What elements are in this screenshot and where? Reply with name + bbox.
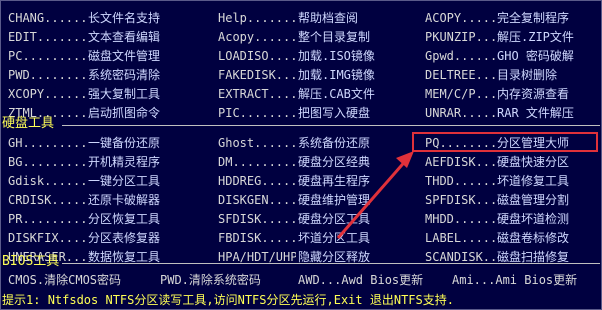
bios-tool-item[interactable]: CMOS.清除CMOS密码 [8,272,121,288]
disk-tools-row: CRDISK......还原卡破解器 DISKGEN.....硬盘维护管理 SPFD… [0,192,602,208]
disk-tools-row: PR..........分区恢复工具 SFDISK......硬盘分区工具 MHDD… [0,211,602,227]
menu-command[interactable]: EXTRACT..... [218,86,296,102]
menu-command[interactable]: GH.......... [8,135,86,151]
menu-description: 解压.CAB文件 [298,87,375,101]
menu-description: 硬盘快速分区 [497,155,570,169]
menu-command[interactable]: DM.......... [218,154,296,170]
menu-command[interactable]: PKUNZIP..... [425,29,495,45]
disk-tools-row: BG..........开机精灵程序 DM..........硬盘分区经典 AEFD… [0,154,602,170]
menu-command[interactable]: PIC......... [218,105,296,121]
menu-description: 解压.ZIP文件 [497,30,574,44]
menu-command[interactable]: THDD........ [425,173,495,189]
menu-description: 启动抓图命令 [88,106,161,120]
menu-description: 整个目录复制 [298,30,371,44]
bios-tool-item[interactable]: PWD.清除系统密码 [160,272,261,288]
menu-command[interactable]: PWD......... [8,67,86,83]
bios-section-divider [62,263,600,264]
menu-description: 系统备份还原 [298,136,371,150]
general-tools-row: CHANG.......长文件名支持 Help........帮助档查阅 ACOPY… [0,10,602,26]
menu-description: 内存资源查看 [497,87,570,101]
menu-description: 分区表修复器 [88,231,161,245]
menu-command[interactable]: EDIT........ [8,29,86,45]
menu-command[interactable]: UNRAR....... [425,105,495,121]
menu-command[interactable]: Gdisk....... [8,173,86,189]
menu-description: 一键备份还原 [88,136,161,150]
menu-command[interactable]: CRDISK...... [8,192,86,208]
menu-description: 还原卡破解器 [88,193,161,207]
menu-command[interactable]: HDDREG...... [218,173,296,189]
menu-description: 分区恢复工具 [88,212,161,226]
menu-description: 磁盘文件管理 [88,49,161,63]
disk-tools-row: DISKFIX.....分区表修复器 FBDISK......坏道分区工具 LABE… [0,230,602,246]
menu-description: 加载.IMG镜像 [298,68,375,82]
menu-command[interactable]: LABEL....... [425,230,495,246]
menu-command[interactable]: LOADISO..... [218,48,296,64]
general-tools-row: PC..........磁盘文件管理 LOADISO.....加载.ISO镜像 Gp… [0,48,602,64]
menu-description: 帮助档查阅 [298,11,359,25]
bios-tools-title: BIOS工具 [2,254,60,269]
menu-description: 完全复制程序 [497,11,570,25]
menu-description: 硬盘再生程序 [298,174,371,188]
menu-description: 硬盘维护管理 [298,193,371,207]
menu-description: 硬盘分区工具 [298,212,371,226]
menu-description: 开机精灵程序 [88,155,161,169]
menu-command[interactable]: XCOPY....... [8,86,86,102]
pq-highlight-box [412,132,598,152]
disk-tools-row: Gdisk.......一键分区工具 HDDREG......硬盘再生程序 THDD… [0,173,602,189]
disk-section-divider [62,125,600,126]
menu-description: 坏道修复工具 [497,174,570,188]
menu-description: RAR 文件解压 [497,106,574,120]
menu-command[interactable]: Gpwd........ [425,48,495,64]
menu-description: 加载.ISO镜像 [298,49,375,63]
general-tools-row: XCOPY.......强大复制工具 EXTRACT.....解压.CAB文件 ME… [0,86,602,102]
menu-description: 文本查看编辑 [88,30,161,44]
menu-command[interactable]: FBDISK...... [218,230,296,246]
menu-description: GHO 密码破解 [497,49,574,63]
menu-command[interactable]: AEFDISK..... [425,154,495,170]
menu-description: 硬盘坏道检测 [497,212,570,226]
menu-command[interactable]: MEM/C/P..... [425,86,495,102]
menu-command[interactable]: CHANG....... [8,10,86,26]
menu-description: 系统密码清除 [88,68,161,82]
menu-command[interactable]: MHDD........ [425,211,495,227]
menu-command[interactable]: SFDISK...... [218,211,296,227]
menu-command[interactable]: FAKEDISK.... [218,67,296,83]
hint-line: 提示1: Ntfsdos NTFS分区读写工具,访问NTFS分区先运行,Exit… [2,292,454,308]
menu-command[interactable]: Acopy....... [218,29,296,45]
bios-tool-item[interactable]: Ami...Ami Bios更新 [452,272,577,288]
dos-menu-screen: CHANG.......长文件名支持 Help........帮助档查阅 ACOPY… [0,0,602,310]
hint-text: Ntfsdos NTFS分区读写工具,访问NTFS分区先运行,Exit 退出NT… [47,293,454,307]
menu-command[interactable]: PC.......... [8,48,86,64]
menu-command[interactable]: DISKGEN..... [218,192,296,208]
menu-description: 磁盘管理分割 [497,193,570,207]
menu-command[interactable]: Help........ [218,10,296,26]
menu-command[interactable]: PR.......... [8,211,86,227]
menu-description: 磁盘卷标修改 [497,231,570,245]
menu-command[interactable]: SPFDISK..... [425,192,495,208]
menu-description: 目录树删除 [497,68,558,82]
menu-description: 硬盘分区经典 [298,155,371,169]
menu-command[interactable]: DELTREE..... [425,67,495,83]
menu-command[interactable]: Ghost....... [218,135,296,151]
general-tools-row: ZTML........启动抓图命令PIC.........把图写入硬盘UNRA… [0,105,602,121]
menu-description: 强大复制工具 [88,87,161,101]
bios-tool-item[interactable]: AWD...Awd Bios更新 [298,272,423,288]
menu-command[interactable]: ACOPY....... [425,10,495,26]
menu-description: 坏道分区工具 [298,231,371,245]
menu-description: 长文件名支持 [88,11,161,25]
menu-description: 一键分区工具 [88,174,161,188]
general-tools-row: PWD.........系统密码清除 FAKEDISK....加载.IMG镜像 DE… [0,67,602,83]
hint-label: 提示1: [2,293,41,307]
general-tools-row: EDIT........文本查看编辑 Acopy.......整个目录复制 PKUN… [0,29,602,45]
menu-command[interactable]: BG.......... [8,154,86,170]
disk-tools-title: 硬盘工具 [2,116,55,131]
menu-command[interactable]: DISKFIX..... [8,230,86,246]
menu-description: 把图写入硬盘 [298,106,371,120]
